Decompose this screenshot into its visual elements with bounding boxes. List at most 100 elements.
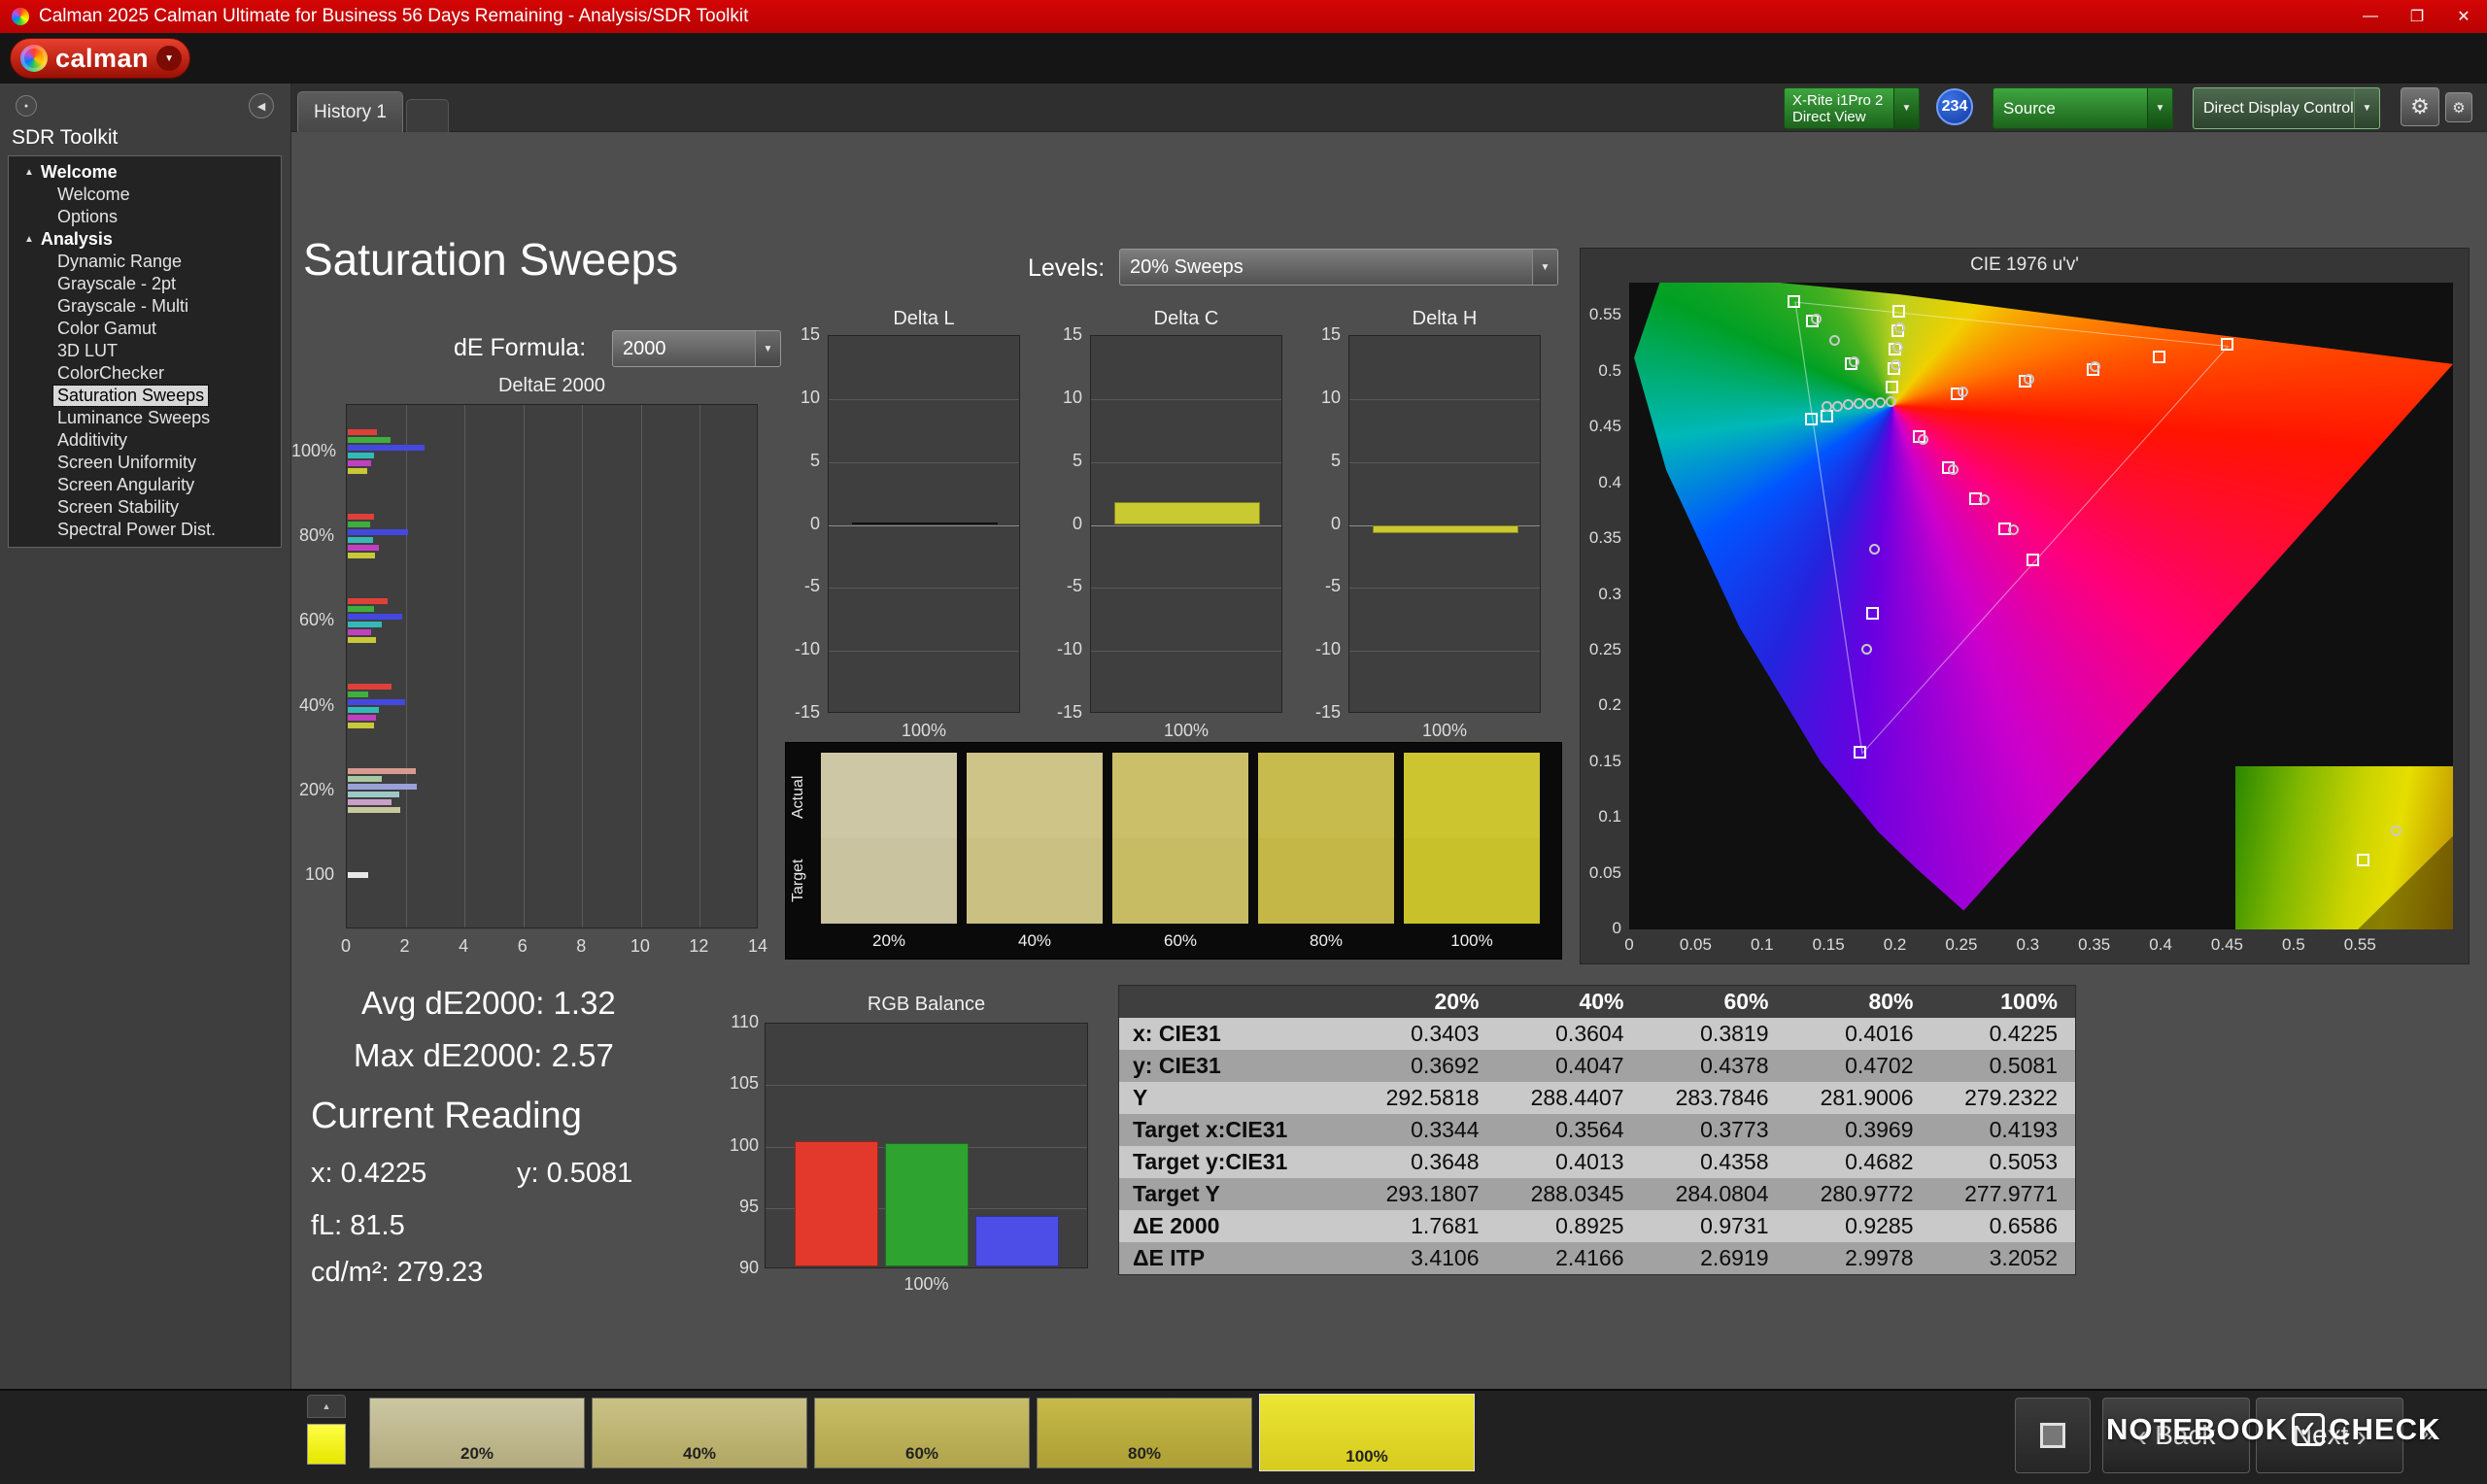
current-pattern-swatch[interactable] (307, 1424, 346, 1465)
next-button[interactable]: Next › (2256, 1398, 2403, 1473)
cie-chart-plot (1629, 283, 2453, 929)
display-control-dropdown[interactable]: Direct Display Control ▼ (2193, 87, 2380, 129)
actual-swatch (1112, 753, 1248, 838)
pattern-window-button[interactable] (2015, 1398, 2091, 1473)
secondary-gear-button[interactable]: ⚙ (2445, 92, 2472, 122)
deltae-bar-80 (348, 553, 376, 559)
back-button[interactable]: ‹ Back (2102, 1398, 2250, 1473)
sidebar-item-label: Dynamic Range (57, 252, 183, 271)
meter-name: X-Rite i1Pro 2 (1792, 91, 1884, 109)
sidebar-item-screen-uniformity[interactable]: Screen Uniformity (9, 452, 281, 474)
sidebar-item-options[interactable]: Options (9, 206, 281, 228)
measured-marker (1874, 397, 1886, 409)
sidebar-item-grayscale-2pt[interactable]: Grayscale - 2pt (9, 273, 281, 295)
actual-swatch (967, 753, 1103, 838)
sidebar-pin-button[interactable]: ● (16, 95, 37, 117)
deltae-bar-60 (348, 598, 388, 605)
calman-pinwheel-icon (20, 45, 48, 72)
sidebar-item-additivity[interactable]: Additivity (9, 429, 281, 452)
target-swatch (821, 838, 957, 924)
sidebar-item-label: Options (57, 207, 119, 226)
tab-stub[interactable] (406, 99, 449, 132)
tree-group-analysis[interactable]: ▲ Analysis (9, 228, 281, 251)
deltae-bar-100 (348, 453, 375, 458)
measured-marker (1885, 396, 1896, 407)
x-tick-label: 0 (1624, 935, 1634, 954)
y-tick-label: 10 (1062, 387, 1082, 407)
pattern-level-tile-80[interactable]: 80% (1037, 1398, 1252, 1468)
y-tick-label: 0.05 (1588, 862, 1621, 882)
y-tick-label: 5 (809, 450, 820, 470)
calman-logo-menu[interactable]: calman ▼ (10, 38, 191, 79)
de-formula-dropdown[interactable]: 2000 ▼ (612, 330, 781, 367)
delta-bar (852, 523, 998, 525)
tab-history-1[interactable]: History 1 (297, 91, 403, 132)
y-tick-label: -10 (1314, 639, 1341, 659)
sidebar-item-dynamic-range[interactable]: Dynamic Range (9, 251, 281, 273)
workflow-title: SDR Toolkit (12, 126, 119, 149)
table-cell: 0.4047 (1555, 1053, 1624, 1078)
y-tick-label: 5 (1330, 450, 1341, 470)
pattern-level-tile-40[interactable]: 40% (592, 1398, 807, 1468)
deltae-bar-80 (348, 514, 375, 521)
minimize-button[interactable]: — (2347, 0, 2394, 33)
swatch-level-label: 40% (1017, 931, 1052, 950)
swatch-level-label: 20% (871, 931, 906, 950)
table-row: Target y:CIE31 0.3648 0.4013 0.4358 0.4682 0.… (1118, 1146, 2076, 1178)
sidebar-item-grayscale-multi[interactable]: Grayscale - Multi (9, 295, 281, 318)
sidebar-item-colorchecker[interactable]: ColorChecker (9, 362, 281, 385)
y-tick-label: 15 (1320, 324, 1341, 344)
source-dropdown[interactable]: Source ▼ (1993, 87, 2173, 129)
pattern-level-tile-20[interactable]: 20% (369, 1398, 585, 1468)
target-marker (1892, 305, 1906, 318)
deltae-bar-60 (348, 622, 382, 628)
column-header: 100% (2000, 989, 2058, 1014)
tree-group-welcome[interactable]: ▲ Welcome (9, 161, 281, 184)
sidebar-item-spectral-power-dist[interactable]: Spectral Power Dist. (9, 519, 281, 541)
table-cell: 2.4166 (1555, 1245, 1624, 1270)
calman-wordmark: calman (55, 43, 150, 73)
sidebar-item-luminance-sweeps[interactable]: Luminance Sweeps (9, 407, 281, 429)
sidebar-item-color-gamut[interactable]: Color Gamut (9, 318, 281, 340)
x-tick-label: 6 (517, 936, 528, 956)
sidebar-item-screen-stability[interactable]: Screen Stability (9, 496, 281, 519)
pattern-level-label: 20% (460, 1444, 494, 1463)
settings-gear-button[interactable]: ⚙ (2401, 87, 2439, 126)
de-formula-label: dE Formula: (454, 334, 587, 361)
deltae-x-axis: 0 2 4 6 8 10 12 14 (341, 936, 767, 960)
pattern-level-label: 40% (682, 1444, 717, 1463)
y-tick-label: 0 (1072, 513, 1082, 533)
table-cell: 0.4702 (1845, 1053, 1914, 1078)
sidebar-collapse-button[interactable]: ◀ (249, 93, 274, 118)
pattern-strip-collapse-button[interactable]: ▲ (307, 1395, 346, 1418)
actual-swatch (1258, 753, 1394, 838)
maximize-button[interactable]: ❐ (2394, 0, 2440, 33)
target-marker (1804, 413, 1818, 426)
sidebar-item-label: Luminance Sweeps (57, 408, 211, 427)
x-tick-label: 8 (576, 936, 587, 956)
sidebar: ● ◀ SDR Toolkit ▲ Welcome Welcome Options ▲ A… (0, 84, 291, 1389)
deltae-chart-plot (346, 404, 758, 928)
levels-dropdown[interactable]: 20% Sweeps ▼ (1119, 249, 1558, 286)
sidebar-item-label: Additivity (57, 430, 128, 450)
sidebar-item-screen-angularity[interactable]: Screen Angularity (9, 474, 281, 496)
chevron-down-icon: ▼ (2354, 88, 2379, 128)
pattern-level-tile-60[interactable]: 60% (814, 1398, 1030, 1468)
close-button[interactable]: ✕ (2440, 0, 2487, 33)
sidebar-item-saturation-sweeps[interactable]: Saturation Sweeps (9, 385, 281, 407)
actual-swatch (1404, 753, 1540, 838)
pattern-level-tile-100[interactable]: 100% (1259, 1394, 1475, 1471)
row-label: Target y:CIE31 (1133, 1149, 1288, 1174)
target-marker (2027, 554, 2040, 567)
y-tick-label: 5 (1072, 450, 1082, 470)
deltae-bar-60 (348, 614, 403, 621)
sidebar-item-welcome[interactable]: Welcome (9, 184, 281, 206)
meter-dropdown[interactable]: X-Rite i1Pro 2 Direct View ▼ (1784, 87, 1920, 129)
y-tick-label: 0.35 (1588, 528, 1621, 548)
table-cell: 0.3773 (1700, 1117, 1769, 1142)
table-cell: 1.7681 (1411, 1213, 1480, 1238)
sidebar-item-3d-lut[interactable]: 3D LUT (9, 340, 281, 362)
table-header-row: 20% 40% 60% 80% 100% (1119, 986, 2076, 1019)
y-tick-label: 100% (291, 441, 337, 460)
y-tick-label: 0.55 (1588, 305, 1621, 324)
